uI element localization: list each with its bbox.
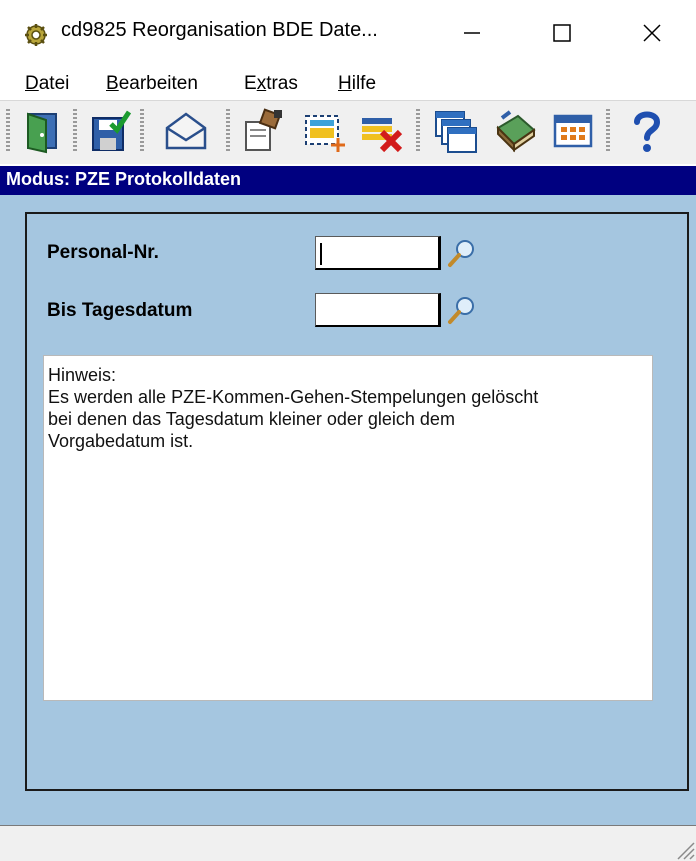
toolbar-separator <box>73 109 77 153</box>
calendar-icon <box>553 114 593 148</box>
delete-record-icon <box>362 118 403 153</box>
status-bar <box>0 825 696 861</box>
exit-door-icon <box>27 112 57 154</box>
personal-nr-label: Personal-Nr. <box>47 242 159 263</box>
bis-tagesdatum-input[interactable] <box>315 293 441 327</box>
resize-grip-icon[interactable] <box>672 837 696 861</box>
hint-line: Es werden alle PZE-Kommen-Gehen-Stempelu… <box>48 387 539 407</box>
hint-line: Hinweis: <box>48 365 117 385</box>
edit-notepad-icon <box>245 108 282 151</box>
delete-record-button[interactable] <box>358 108 404 154</box>
maximize-button[interactable] <box>522 8 602 58</box>
menu-hilfe[interactable]: Hilfe <box>338 73 376 95</box>
book-icon <box>496 110 536 153</box>
toolbar-separator <box>416 109 420 153</box>
window-title: cd9825 Reorganisation BDE Date... <box>61 19 378 41</box>
gear-icon <box>25 24 47 46</box>
maximize-icon <box>553 24 571 42</box>
menu-bar: Datei Bearbeiten Extras Hilfe <box>0 66 696 100</box>
new-record-icon <box>305 115 345 152</box>
mode-bar: Modus: PZE Protokolldaten <box>0 166 696 195</box>
personal-nr-search-icon[interactable] <box>445 236 479 270</box>
hint-textbox[interactable]: Hinweis: Es werden alle PZE-Kommen-Gehen… <box>43 355 653 701</box>
mail-button[interactable] <box>163 108 209 154</box>
bis-tagesdatum-search-icon[interactable] <box>445 293 479 327</box>
title-bar[interactable]: cd9825 Reorganisation BDE Date... <box>0 0 696 66</box>
save-button[interactable] <box>87 108 133 154</box>
save-icon <box>92 110 132 151</box>
hint-line: bei denen das Tagesdatum kleiner oder gl… <box>48 409 455 429</box>
help-button[interactable] <box>624 108 670 154</box>
close-icon <box>643 24 661 42</box>
hint-line: Vorgabedatum ist. <box>48 431 194 451</box>
toolbar-separator <box>606 109 610 153</box>
help-icon <box>634 111 661 152</box>
mode-label: Modus: PZE Protokolldaten <box>6 169 242 189</box>
minimize-button[interactable] <box>432 8 512 58</box>
minimize-icon <box>464 32 480 34</box>
menu-extras[interactable]: Extras <box>244 73 298 95</box>
bis-tagesdatum-label: Bis Tagesdatum <box>47 300 193 321</box>
toolbar-separator <box>226 109 230 153</box>
personal-nr-input[interactable] <box>315 236 441 270</box>
edit-button[interactable] <box>240 108 286 154</box>
content-area: Personal-Nr. Bis Tagesdatum Hinweis: Es … <box>0 195 696 825</box>
close-button[interactable] <box>612 8 692 58</box>
windows-button[interactable] <box>432 108 478 154</box>
toolbar-grip <box>6 109 10 153</box>
new-record-button[interactable] <box>300 108 346 154</box>
calendar-button[interactable] <box>550 108 596 154</box>
menu-bearbeiten[interactable]: Bearbeiten <box>106 73 198 95</box>
windows-icon <box>435 111 477 153</box>
book-button[interactable] <box>492 108 538 154</box>
toolbar <box>0 100 696 164</box>
exit-button[interactable] <box>20 108 66 154</box>
mail-icon <box>165 112 207 150</box>
toolbar-separator <box>140 109 144 153</box>
text-caret <box>320 243 322 265</box>
menu-datei[interactable]: Datei <box>25 73 69 95</box>
